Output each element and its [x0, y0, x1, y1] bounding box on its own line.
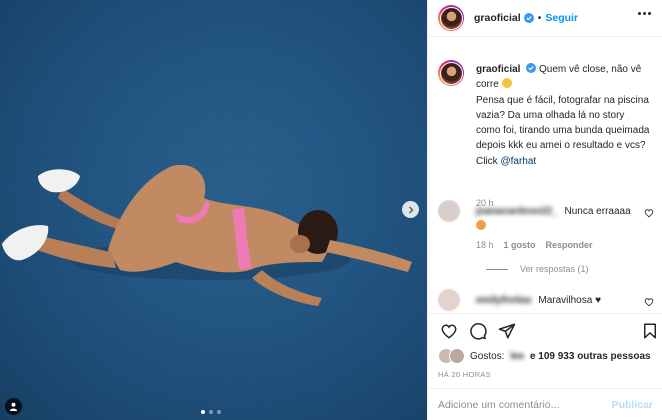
caption-line-2: Pensa que é fácil, fotografar na piscina…	[476, 94, 650, 152]
author-username[interactable]: graoficial	[474, 12, 521, 24]
caption-text: graoficial Quem vê close, não vê corre P…	[476, 62, 651, 169]
comment-text: Nunca erraaaa	[564, 206, 631, 217]
photo-subject	[2, 164, 412, 306]
caption-username[interactable]: graoficial	[476, 64, 520, 75]
like-comment-icon[interactable]	[644, 297, 654, 307]
caption-mention-link[interactable]: @farhat	[500, 156, 536, 167]
reply-button[interactable]: Responder	[546, 240, 593, 250]
verified-icon	[526, 63, 537, 73]
action-bar	[428, 313, 662, 348]
verified-icon	[523, 13, 534, 23]
commenter-avatar[interactable]	[438, 289, 460, 311]
comment-icon[interactable]	[469, 322, 487, 340]
chevron-right-icon	[408, 206, 413, 213]
like-icon[interactable]	[440, 322, 458, 340]
like-comment-icon[interactable]	[644, 208, 654, 218]
caption-avatar[interactable]	[438, 60, 464, 86]
likes-summary[interactable]: Gostos: lee e 109 933 outras pessoas	[438, 348, 651, 364]
comment-likes[interactable]: 1 gosto	[504, 240, 536, 250]
post-header: graoficial • Seguir	[428, 0, 662, 37]
likes-count[interactable]: e 109 933 outras pessoas	[530, 351, 651, 362]
liker-name[interactable]: lee	[510, 351, 524, 362]
post-photo[interactable]	[0, 0, 427, 420]
post-sidebar: graoficial • Seguir graoficial Quem vê c…	[427, 0, 662, 420]
person-icon	[9, 402, 18, 411]
carousel-dot	[209, 410, 213, 414]
carousel-dots	[201, 410, 221, 414]
comment-time[interactable]: 18 h	[476, 240, 494, 250]
commenter-username[interactable]: joanacardoso22_	[476, 204, 558, 219]
publish-button[interactable]: Publicar	[612, 399, 653, 411]
share-icon[interactable]	[498, 322, 516, 340]
laughing-emoji-icon	[501, 78, 512, 89]
follow-button[interactable]: Seguir	[545, 12, 578, 24]
post-timestamp[interactable]: HÁ 20 HORAS	[438, 370, 491, 379]
carousel-dot	[201, 410, 205, 414]
comment-text: Maravilhosa ♥	[538, 295, 602, 306]
caption-click: Click	[476, 155, 498, 167]
more-options-icon[interactable]	[638, 12, 651, 15]
view-replies-button[interactable]: Ver respostas (1)	[486, 264, 589, 274]
tagged-users-button[interactable]	[5, 398, 22, 415]
add-comment-bar: Publicar	[428, 388, 662, 420]
comment-input[interactable]	[438, 398, 612, 411]
next-image-button[interactable]	[402, 201, 419, 218]
carousel-dot	[217, 410, 221, 414]
comments-list: graoficial Quem vê close, não vê corre P…	[428, 38, 662, 313]
likes-prefix: Gostos:	[470, 350, 505, 362]
liker-avatar	[449, 348, 465, 364]
author-avatar[interactable]	[438, 5, 464, 31]
commenter-username[interactable]: emilyfreitas	[476, 293, 532, 308]
heart-eyes-emoji-icon	[476, 220, 486, 230]
commenter-avatar[interactable]	[438, 200, 460, 222]
save-icon[interactable]	[641, 322, 659, 340]
